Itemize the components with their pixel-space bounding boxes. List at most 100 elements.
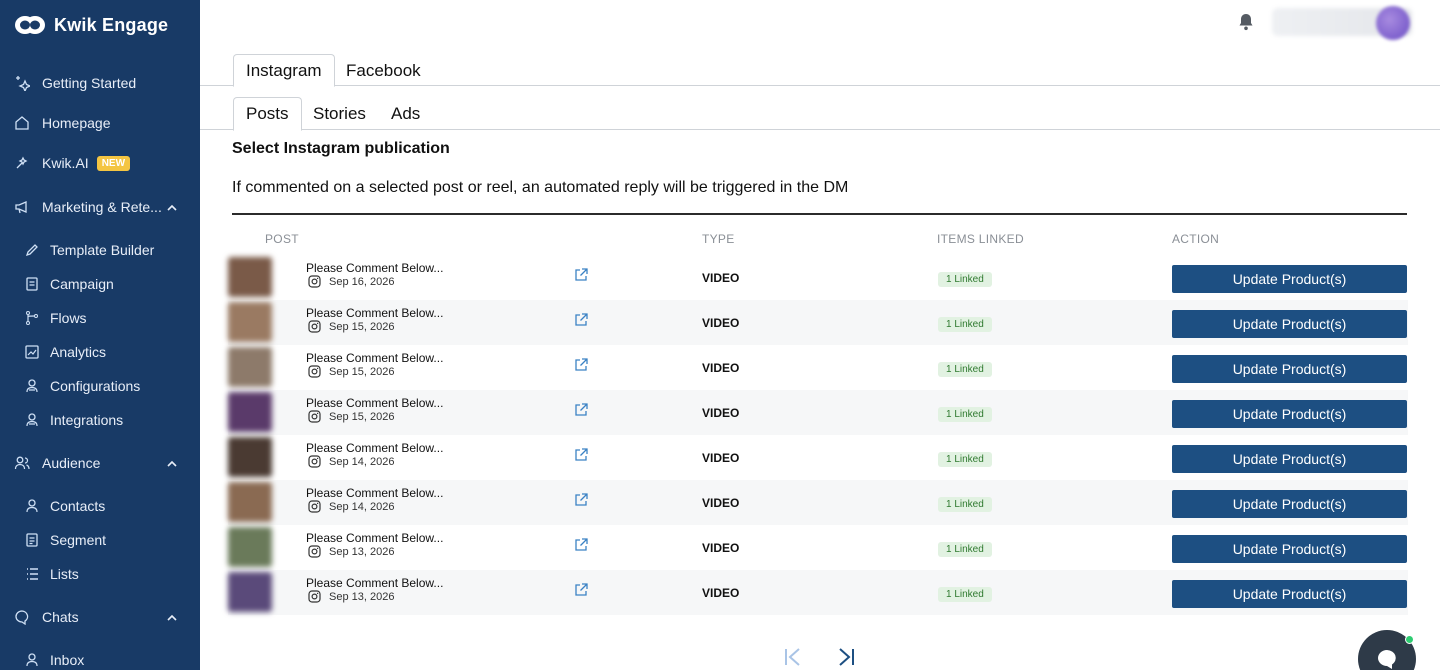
external-link-icon[interactable] [574, 313, 588, 327]
chevron-up-icon[interactable] [166, 611, 178, 623]
last-page-icon[interactable] [836, 646, 856, 668]
content-tabs: Posts Stories Ads [200, 97, 1440, 131]
external-link-icon[interactable] [574, 358, 588, 372]
update-products-button[interactable]: Update Product(s) [1172, 400, 1407, 428]
sidebar-item-lists[interactable]: Lists [0, 559, 200, 589]
sidebar-item-label: Audience [42, 455, 101, 471]
sidebar-item-audience[interactable]: Audience [0, 448, 200, 478]
table-row[interactable]: Please Comment Below... Sep 15, 2026 VID… [228, 390, 1408, 435]
chevron-up-icon[interactable] [166, 457, 178, 469]
post-thumbnail[interactable] [228, 347, 272, 387]
flow-icon [24, 310, 40, 326]
settings-icon [24, 378, 40, 394]
megaphone-icon [14, 199, 30, 215]
post-meta: Sep 15, 2026 [308, 365, 394, 378]
update-products-button[interactable]: Update Product(s) [1172, 445, 1407, 473]
post-thumbnail[interactable] [228, 527, 272, 567]
sidebar-item-homepage[interactable]: Homepage [0, 108, 200, 138]
external-link-icon[interactable] [574, 268, 588, 282]
sidebar-item-flows[interactable]: Flows [0, 303, 200, 333]
sparkle-icon [14, 75, 30, 91]
post-title: Please Comment Below... [306, 576, 444, 590]
table-row[interactable]: Please Comment Below... Sep 15, 2026 VID… [228, 300, 1408, 345]
items-linked-badge: 1 Linked [938, 452, 992, 467]
table-row[interactable]: Please Comment Below... Sep 14, 2026 VID… [228, 480, 1408, 525]
external-link-icon[interactable] [574, 448, 588, 462]
sidebar-item-label: Integrations [50, 412, 124, 428]
table-row[interactable]: Please Comment Below... Sep 13, 2026 VID… [228, 525, 1408, 570]
post-thumbnail[interactable] [228, 572, 272, 612]
sidebar-item-segment[interactable]: Segment [0, 525, 200, 555]
post-meta: Sep 15, 2026 [308, 320, 394, 333]
sidebar-item-getting-started[interactable]: Getting Started [0, 68, 200, 98]
update-products-button[interactable]: Update Product(s) [1172, 310, 1407, 338]
update-products-button[interactable]: Update Product(s) [1172, 490, 1407, 518]
sidebar-item-analytics[interactable]: Analytics [0, 337, 200, 367]
sidebar-item-contacts[interactable]: Contacts [0, 491, 200, 521]
sidebar-item-label: Marketing & Rete... [42, 199, 162, 215]
tab-facebook[interactable]: Facebook [334, 54, 433, 87]
external-link-icon[interactable] [574, 538, 588, 552]
update-products-button[interactable]: Update Product(s) [1172, 265, 1407, 293]
chat-launcher-button[interactable] [1358, 630, 1416, 670]
first-page-icon[interactable] [783, 646, 803, 668]
post-meta: Sep 14, 2026 [308, 500, 394, 513]
avatar[interactable] [1376, 6, 1410, 40]
tab-posts[interactable]: Posts [233, 97, 302, 131]
update-products-button[interactable]: Update Product(s) [1172, 580, 1407, 608]
tab-ads[interactable]: Ads [379, 97, 432, 130]
items-linked-badge: 1 Linked [938, 317, 992, 332]
sidebar-item-chats[interactable]: Chats [0, 602, 200, 632]
sidebar-item-kwik-ai[interactable]: Kwik.AI NEW [0, 148, 200, 178]
update-products-button[interactable]: Update Product(s) [1172, 535, 1407, 563]
post-title: Please Comment Below... [306, 441, 444, 455]
brand[interactable]: Kwik Engage [0, 0, 200, 50]
sidebar-item-marketing[interactable]: Marketing & Rete... [0, 192, 200, 222]
sidebar-item-campaign[interactable]: Campaign [0, 269, 200, 299]
sidebar-item-label: Segment [50, 532, 107, 548]
table-row[interactable]: Please Comment Below... Sep 13, 2026 VID… [228, 570, 1408, 615]
post-meta: Sep 13, 2026 [308, 545, 394, 558]
post-thumbnail[interactable] [228, 482, 272, 522]
sidebar-item-template-builder[interactable]: Template Builder [0, 235, 200, 265]
external-link-icon[interactable] [574, 403, 588, 417]
table-row[interactable]: Please Comment Below... Sep 15, 2026 VID… [228, 345, 1408, 390]
sidebar-item-integrations[interactable]: Integrations [0, 405, 200, 435]
sidebar-item-inbox[interactable]: Inbox [0, 645, 200, 670]
chevron-up-icon[interactable] [166, 201, 178, 213]
post-title: Please Comment Below... [306, 351, 444, 365]
post-thumbnail[interactable] [228, 302, 272, 342]
tab-stories[interactable]: Stories [301, 97, 378, 130]
items-linked-badge: 1 Linked [938, 272, 992, 287]
table-row[interactable]: Please Comment Below... Sep 14, 2026 VID… [228, 435, 1408, 480]
sidebar-item-configurations[interactable]: Configurations [0, 371, 200, 401]
items-linked-badge: 1 Linked [938, 587, 992, 602]
sidebar-item-label: Getting Started [42, 75, 137, 91]
instagram-icon [308, 500, 321, 513]
bell-icon[interactable] [1236, 12, 1256, 37]
external-link-icon[interactable] [574, 583, 588, 597]
sidebar-item-label: Lists [50, 566, 79, 582]
instagram-icon [308, 590, 321, 603]
post-date: Sep 13, 2026 [329, 590, 395, 603]
post-thumbnail[interactable] [228, 257, 272, 297]
online-status-dot [1405, 635, 1414, 644]
post-type: VIDEO [702, 541, 740, 555]
instagram-icon [308, 545, 321, 558]
divider [232, 213, 1407, 215]
post-thumbnail[interactable] [228, 437, 272, 477]
post-date: Sep 14, 2026 [329, 455, 395, 468]
external-link-icon[interactable] [574, 493, 588, 507]
post-date: Sep 15, 2026 [329, 410, 395, 423]
new-badge: NEW [96, 155, 131, 171]
column-header-action: ACTION [1172, 232, 1220, 246]
post-type: VIDEO [702, 496, 740, 510]
post-thumbnail[interactable] [228, 392, 272, 432]
post-title: Please Comment Below... [306, 306, 444, 320]
instagram-icon [308, 275, 321, 288]
table-row[interactable]: Please Comment Below... Sep 16, 2026 VID… [228, 255, 1408, 300]
update-products-button[interactable]: Update Product(s) [1172, 355, 1407, 383]
topbar [200, 0, 1440, 48]
column-header-post: POST [265, 232, 299, 246]
tab-instagram[interactable]: Instagram [233, 54, 335, 87]
